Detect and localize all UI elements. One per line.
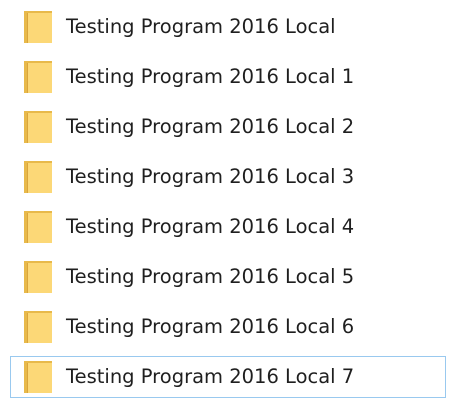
folder-icon [24,211,52,243]
folder-label: Testing Program 2016 Local 2 [66,115,355,138]
folder-item[interactable]: Testing Program 2016 Local 1 [10,56,446,98]
folder-icon [24,11,52,43]
folder-list: Testing Program 2016 Local Testing Progr… [0,0,450,407]
folder-item[interactable]: Testing Program 2016 Local 6 [10,306,446,348]
folder-item[interactable]: Testing Program 2016 Local 5 [10,256,446,298]
folder-item[interactable]: Testing Program 2016 Local [10,6,446,48]
folder-item[interactable]: Testing Program 2016 Local 4 [10,206,446,248]
folder-icon [24,111,52,143]
folder-label: Testing Program 2016 Local 5 [66,265,355,288]
folder-label: Testing Program 2016 Local 4 [66,215,355,238]
folder-label: Testing Program 2016 Local [66,15,336,38]
folder-item-focused[interactable]: Testing Program 2016 Local 7 [10,356,446,398]
folder-icon [24,311,52,343]
folder-icon [24,261,52,293]
folder-icon [24,161,52,193]
folder-label: Testing Program 2016 Local 3 [66,165,355,188]
folder-label: Testing Program 2016 Local 1 [66,65,355,88]
folder-icon [24,61,52,93]
folder-item[interactable]: Testing Program 2016 Local 3 [10,156,446,198]
folder-label: Testing Program 2016 Local 6 [66,315,355,338]
folder-item[interactable]: Testing Program 2016 Local 2 [10,106,446,148]
folder-label: Testing Program 2016 Local 7 [66,365,355,388]
folder-icon [24,361,52,393]
